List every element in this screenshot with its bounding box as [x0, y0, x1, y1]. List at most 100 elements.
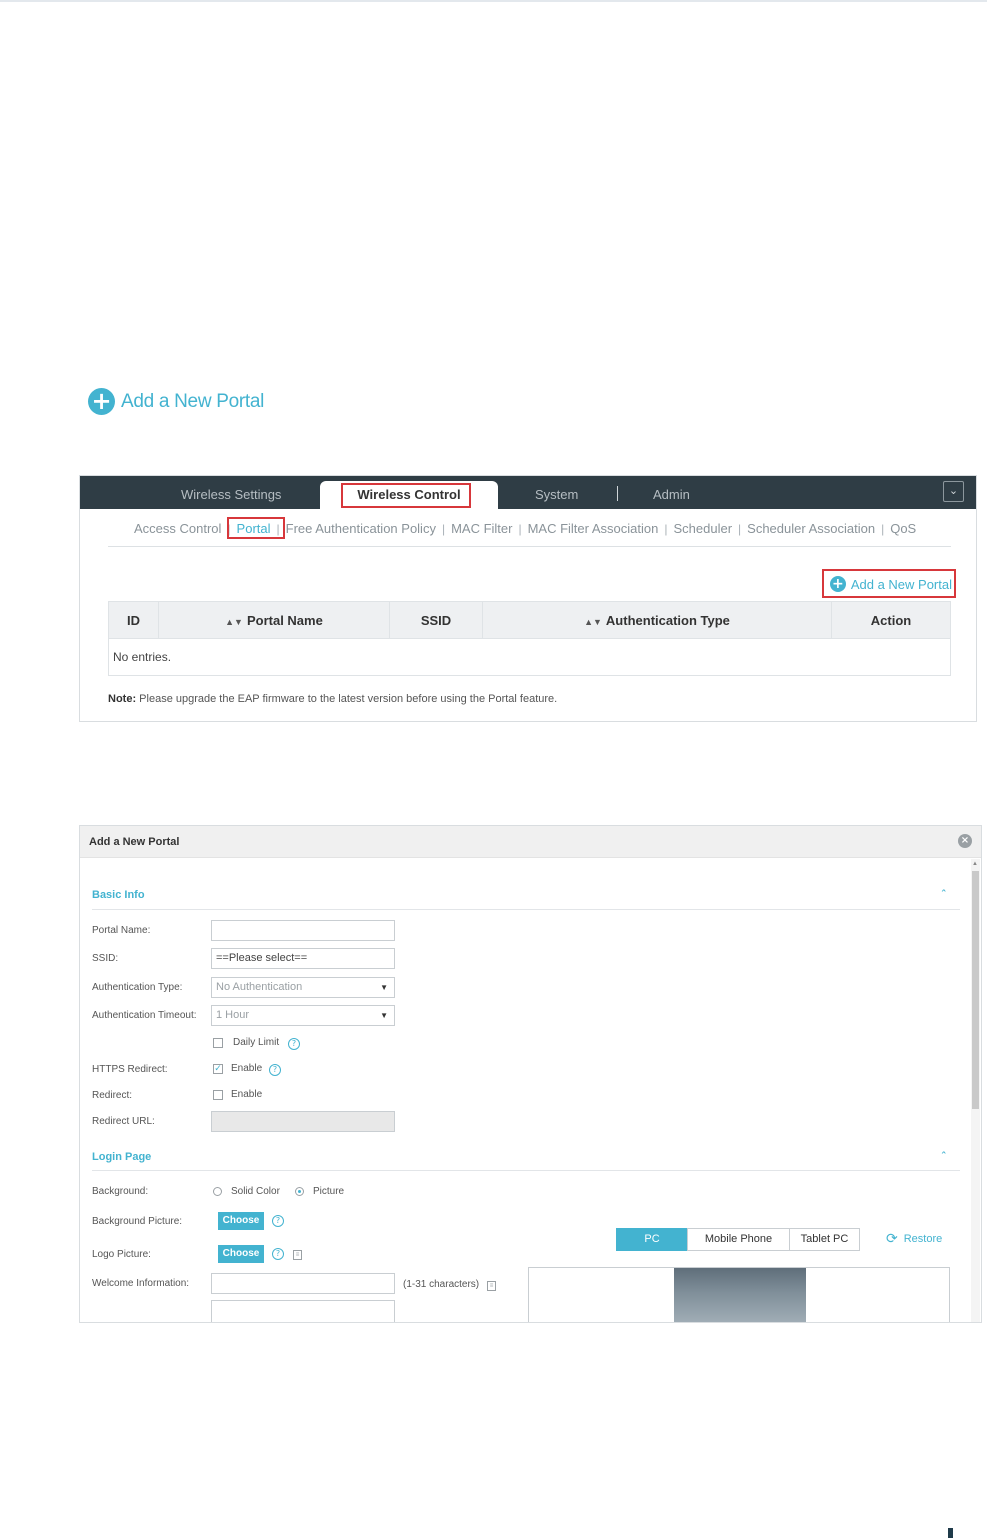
- redirect-checkbox[interactable]: [213, 1090, 223, 1100]
- note-label: Note:: [108, 693, 137, 705]
- subtab-scheduler[interactable]: Scheduler: [673, 521, 732, 536]
- subtab-free-authentication-policy[interactable]: Free Authentication Policy: [286, 521, 436, 536]
- top-navigation: Wireless Settings Wireless Control Syste…: [80, 476, 976, 509]
- plus-circle-icon: +: [88, 388, 115, 415]
- background-picture-option-label: Picture: [313, 1186, 345, 1197]
- help-icon[interactable]: ?: [288, 1038, 300, 1050]
- close-icon[interactable]: ×: [958, 834, 972, 848]
- table-row: No entries.: [108, 638, 951, 676]
- subtab-divider: |: [881, 521, 885, 536]
- caret-down-icon: ▼: [380, 983, 388, 992]
- daily-limit-checkbox[interactable]: [213, 1038, 223, 1048]
- section-title-login-page: Login Page: [92, 1151, 152, 1163]
- column-header-action: Action: [831, 601, 951, 639]
- portal-name-label: Portal Name:: [92, 925, 151, 936]
- background-label: Background:: [92, 1186, 149, 1197]
- background-solid-color-label: Solid Color: [231, 1186, 280, 1197]
- authentication-timeout-value: 1 Hour: [216, 1009, 250, 1021]
- chevron-down-icon[interactable]: ⌄: [943, 481, 964, 502]
- tab-wireless-settings[interactable]: Wireless Settings: [181, 487, 281, 502]
- authentication-type-value: No Authentication: [216, 981, 303, 993]
- subtab-divider: |: [441, 521, 446, 536]
- help-icon[interactable]: ?: [272, 1215, 284, 1227]
- preview-tab-mobile-phone[interactable]: Mobile Phone: [687, 1228, 790, 1251]
- tab-system[interactable]: System: [535, 487, 578, 502]
- firmware-note: Note: Please upgrade the EAP firmware to…: [108, 693, 557, 705]
- dialog-scrollbar[interactable]: ▲: [971, 859, 980, 1322]
- column-header-authentication-type[interactable]: ▲▼ Authentication Type: [482, 601, 832, 639]
- collapse-icon[interactable]: ˆ: [941, 888, 947, 901]
- portal-list-screenshot: Wireless Settings Wireless Control Syste…: [79, 475, 977, 722]
- help-icon[interactable]: ?: [272, 1248, 284, 1260]
- background-solid-color-radio[interactable]: [213, 1187, 222, 1196]
- choose-background-button[interactable]: Choose: [218, 1212, 264, 1230]
- tab-divider: [617, 486, 618, 501]
- ssid-label: SSID:: [92, 953, 119, 964]
- preview-tab-pc[interactable]: PC: [616, 1228, 688, 1251]
- section-divider: [92, 909, 960, 910]
- help-icon[interactable]: ?: [269, 1064, 281, 1076]
- https-redirect-label: HTTPS Redirect:: [92, 1064, 168, 1075]
- background-picture-radio[interactable]: [295, 1187, 304, 1196]
- background-picture-label: Background Picture:: [92, 1216, 183, 1227]
- dialog-title: Add a New Portal: [89, 836, 180, 848]
- portal-table: ID ▲▼ Portal Name SSID ▲▼ Authentication T…: [108, 601, 951, 676]
- page-top-rule: [0, 0, 987, 2]
- preview-tab-tablet-pc[interactable]: Tablet PC: [789, 1228, 860, 1251]
- authentication-timeout-label: Authentication Timeout:: [92, 1010, 197, 1021]
- subtab-mac-filter[interactable]: MAC Filter: [451, 521, 512, 536]
- highlight-box-portal: [227, 517, 285, 539]
- subtab-divider: |: [664, 521, 668, 536]
- column-header-portal-name[interactable]: ▲▼ Portal Name: [158, 601, 390, 639]
- caret-down-icon: ▼: [380, 1011, 388, 1020]
- subtab-mac-filter-association[interactable]: MAC Filter Association: [528, 521, 659, 536]
- redirect-url-input[interactable]: [211, 1111, 395, 1132]
- highlight-box-add-portal: [822, 569, 956, 598]
- portal-name-input[interactable]: [211, 920, 395, 941]
- subnav-divider: [108, 546, 951, 547]
- sort-icon[interactable]: ▲▼: [225, 617, 243, 627]
- welcome-information-hint: (1-31 characters): [403, 1279, 480, 1290]
- welcome-information-input-2[interactable]: [211, 1300, 395, 1322]
- info-icon[interactable]: ≡: [487, 1281, 496, 1291]
- subtab-divider: |: [518, 521, 522, 536]
- subtab-access-control[interactable]: Access Control: [134, 521, 221, 536]
- section-divider: [92, 1170, 960, 1171]
- scroll-up-icon[interactable]: ▲: [972, 861, 978, 867]
- login-page-preview: [528, 1267, 950, 1322]
- welcome-information-label: Welcome Information:: [92, 1278, 190, 1289]
- subtab-divider: |: [738, 521, 742, 536]
- column-header-id: ID: [108, 601, 159, 639]
- refresh-icon: ⟳: [886, 1231, 898, 1247]
- sort-icon[interactable]: ▲▼: [584, 617, 602, 627]
- restore-label: Restore: [903, 1233, 943, 1245]
- info-icon[interactable]: ≡: [293, 1250, 302, 1260]
- ssid-select[interactable]: ==Please select==: [211, 948, 395, 969]
- subtab-qos[interactable]: QoS: [890, 521, 916, 536]
- choose-logo-button[interactable]: Choose: [218, 1245, 264, 1263]
- restore-button[interactable]: ⟳ Restore: [886, 1231, 942, 1247]
- add-portal-dialog: Add a New Portal × ▲ Basic Info ˆ Portal…: [79, 825, 982, 1323]
- scrollbar-thumb[interactable]: [972, 871, 979, 1109]
- subtab-scheduler-association[interactable]: Scheduler Association: [747, 521, 875, 536]
- welcome-information-input[interactable]: [211, 1273, 395, 1294]
- column-header-ssid: SSID: [389, 601, 483, 639]
- add-portal-heading-label: Add a New Portal: [121, 390, 265, 412]
- authentication-timeout-select[interactable]: 1 Hour ▼: [211, 1005, 395, 1026]
- tab-admin[interactable]: Admin: [653, 487, 690, 502]
- add-portal-heading: + Add a New Portal: [88, 388, 264, 415]
- redirect-url-label: Redirect URL:: [92, 1116, 155, 1127]
- authentication-type-select[interactable]: No Authentication ▼: [211, 977, 395, 998]
- authentication-type-label: Authentication Type:: [92, 982, 183, 993]
- daily-limit-label: Daily Limit: [233, 1037, 280, 1048]
- table-header-row: ID ▲▼ Portal Name SSID ▲▼ Authentication T…: [108, 601, 951, 639]
- highlight-box-wireless-control: [341, 483, 471, 508]
- note-text: Please upgrade the EAP firmware to the l…: [139, 693, 558, 705]
- https-redirect-checkbox[interactable]: ✓: [213, 1064, 223, 1074]
- collapse-icon[interactable]: ˆ: [941, 1150, 947, 1163]
- section-title-basic-info: Basic Info: [92, 889, 145, 901]
- empty-table-message: No entries.: [108, 638, 951, 676]
- dialog-header: Add a New Portal ×: [80, 826, 981, 858]
- page-corner-mark: [948, 1528, 953, 1538]
- logo-picture-label: Logo Picture:: [92, 1249, 151, 1260]
